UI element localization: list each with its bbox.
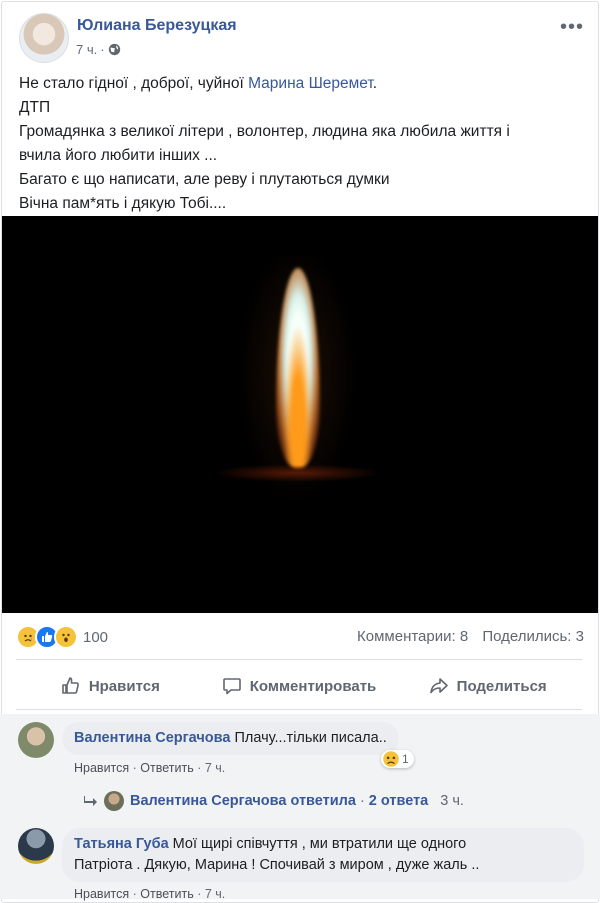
post-actions: Нравится Комментировать Поделиться [16, 664, 582, 708]
comment-bubble: Валентина Сергачова Плачу...тільки писал… [62, 722, 399, 755]
reply-verb[interactable]: ответила [290, 793, 355, 809]
comment-reaction-count: 1 [402, 752, 409, 766]
thumbs-up-icon [62, 677, 79, 694]
reply-avatar [104, 791, 124, 811]
post-stats: Комментарии: 8 Поделились: 3 [357, 628, 584, 645]
post-text-line: ДТП [19, 99, 51, 116]
comment-time[interactable]: 7 ч. [205, 761, 225, 775]
comment-time[interactable]: 7 ч. [205, 887, 225, 901]
more-options-icon[interactable]: ••• [560, 16, 584, 39]
comment-button[interactable]: Комментировать [205, 664, 394, 708]
reply-arrow-icon [84, 796, 97, 806]
comment-bubble: Татьяна Губа Мої щирі співчуття , ми втр… [62, 828, 584, 882]
reaction-summary[interactable]: 100 [16, 625, 108, 649]
post-text-line: вчила його любити інших ... [19, 147, 218, 164]
divider [16, 709, 582, 710]
comments-section: Валентина Сергачова Плачу...тільки писал… [0, 714, 600, 901]
comment-author[interactable]: Валентина Сергачова [74, 730, 230, 746]
reply-author[interactable]: Валентина Сергачова [130, 793, 286, 809]
comment-reply-link[interactable]: Ответить [140, 761, 193, 775]
post-timestamp[interactable]: 7 ч. [76, 42, 97, 57]
comment-text: Плачу...тільки писала.. [234, 730, 387, 746]
post-text-line: Не стало гідної , доброї, чуйної Марина … [19, 75, 378, 92]
comment-icon [222, 678, 241, 695]
post-text: Не стало гідної , доброї, чуйної Марина … [19, 72, 579, 216]
mention-link[interactable]: Марина Шеремет [248, 75, 373, 92]
candle-flame-photo[interactable] [2, 216, 598, 613]
replies-summary[interactable]: Валентина Сергачова ответила · 2 ответа … [84, 791, 464, 811]
like-label: Нравится [88, 677, 160, 695]
wick-glow [212, 464, 382, 482]
comment-reply-link[interactable]: Ответить [140, 887, 193, 901]
comment-text: Мої щирі співчуття , ми втратили ще одно… [172, 836, 467, 852]
post-text-line: Багато є що написати, але реву і плутают… [19, 171, 390, 188]
reply-count[interactable]: 2 ответа [369, 793, 428, 809]
globe-icon[interactable] [108, 43, 121, 56]
post-text-line: Вічна пам*ять і дякую Тобі.... [19, 195, 227, 212]
like-button[interactable]: Нравится [16, 664, 205, 708]
comment-author[interactable]: Татьяна Губа [74, 836, 169, 852]
comment-text: Патріота . Дякую, Марина ! Спочивай з ми… [74, 857, 480, 873]
comment-label: Комментировать [249, 677, 377, 695]
share-label: Поделиться [456, 677, 547, 695]
comment-reaction-badge[interactable]: 1 [381, 750, 414, 768]
reaction-count[interactable]: 100 [83, 629, 108, 646]
post-text-line: Громадянка з великої літери , волонтер, … [19, 123, 510, 140]
shares-count-link[interactable]: Поделились: 3 [482, 628, 584, 645]
comment-like-link[interactable]: Нравится [74, 761, 129, 775]
author-avatar[interactable] [19, 13, 69, 63]
share-button[interactable]: Поделиться [393, 664, 582, 708]
comments-count-link[interactable]: Комментарии: 8 [357, 628, 468, 645]
wow-reaction-icon [54, 625, 78, 649]
post-meta: 7 ч. · [76, 42, 121, 57]
commenter-avatar[interactable] [18, 828, 54, 864]
comment-like-link[interactable]: Нравится [74, 887, 129, 901]
divider [16, 659, 582, 660]
commenter-avatar[interactable] [18, 722, 54, 758]
sad-reaction-icon [383, 751, 399, 767]
comment-actions: Нравится · Ответить · 7 ч. [74, 887, 226, 901]
comment-actions: Нравится · Ответить · 7 ч. [74, 761, 226, 775]
reply-time: 3 ч. [440, 793, 464, 809]
share-icon [429, 678, 448, 694]
post-author-name[interactable]: Юлиана Березуцкая [77, 17, 237, 35]
